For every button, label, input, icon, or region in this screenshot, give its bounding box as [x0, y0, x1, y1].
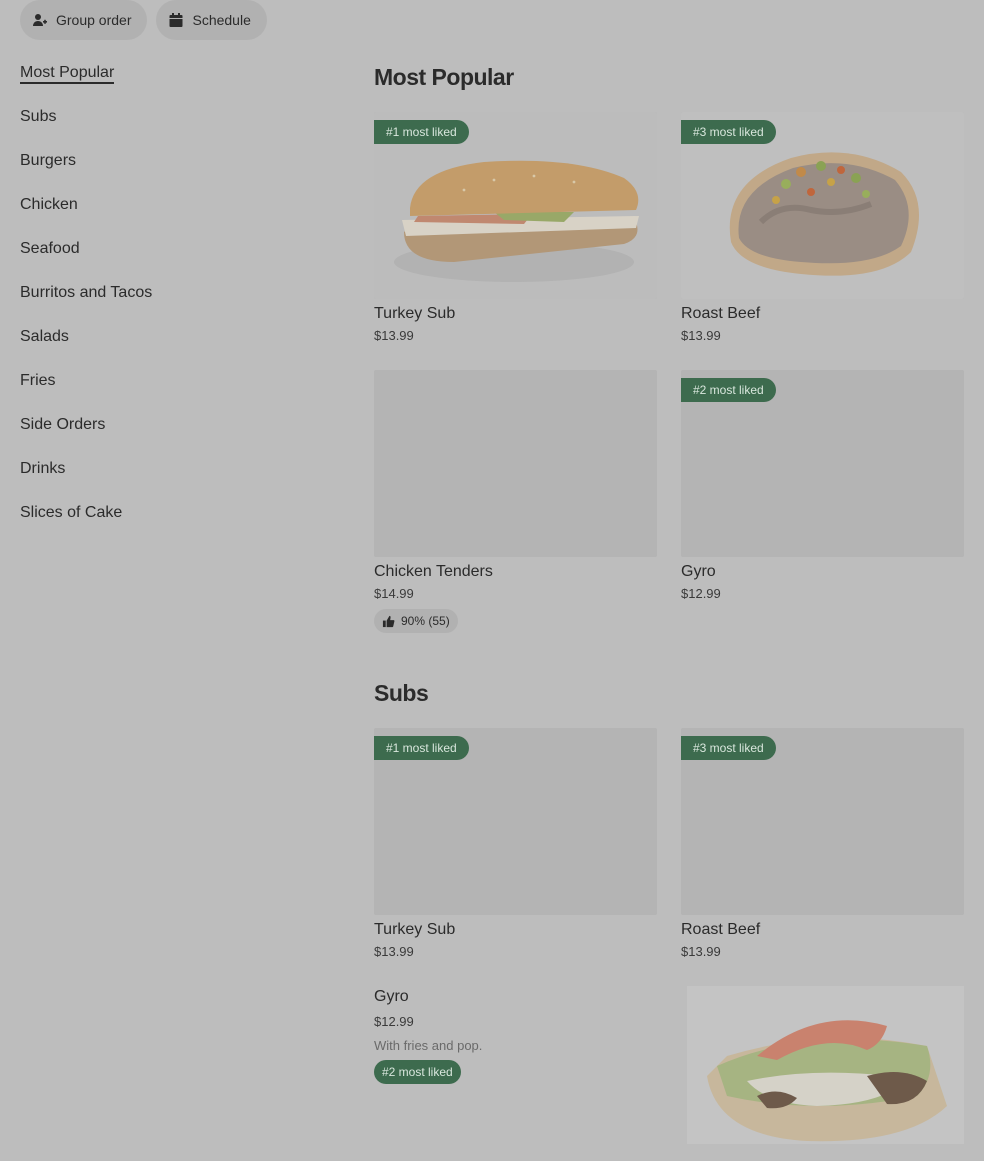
sidebar-item-drinks[interactable]: Drinks — [20, 456, 320, 500]
menu-item-row[interactable]: Gyro $12.99 With fries and pop. #2 most … — [374, 986, 964, 1144]
item-image — [687, 986, 964, 1144]
most-liked-badge: #1 most liked — [374, 736, 469, 760]
item-image-placeholder: #3 most liked — [681, 728, 964, 915]
item-text: Gyro $12.99 With fries and pop. #2 most … — [374, 986, 664, 1084]
sidebar-item-label: Side Orders — [20, 416, 106, 433]
schedule-button[interactable]: Schedule — [156, 0, 267, 40]
item-image-placeholder: #1 most liked — [374, 728, 657, 915]
sidebar-item-label: Burritos and Tacos — [20, 284, 153, 301]
most-liked-badge: #1 most liked — [374, 120, 469, 144]
item-name: Turkey Sub — [374, 921, 456, 938]
item-name: Gyro — [374, 988, 409, 1005]
group-order-button[interactable]: Group order — [20, 0, 148, 40]
sidebar-item-label: Chicken — [20, 196, 78, 213]
item-price: $13.99 — [374, 328, 414, 343]
most-liked-badge: #2 most liked — [681, 378, 776, 402]
item-image: #1 most liked — [374, 112, 657, 299]
item-name: Roast Beef — [681, 305, 761, 322]
section-title-most-popular: Most Popular — [374, 64, 514, 90]
menu-item-card[interactable]: #1 most liked Turkey Sub $13.99 — [374, 728, 657, 963]
item-price: $13.99 — [681, 944, 721, 959]
most-liked-badge: #3 most liked — [681, 120, 776, 144]
sidebar-item-salads[interactable]: Salads — [20, 324, 320, 368]
sidebar-item-seafood[interactable]: Seafood — [20, 236, 320, 280]
item-name: Chicken Tenders — [374, 563, 493, 580]
gyro-image — [687, 986, 964, 1144]
item-name: Turkey Sub — [374, 305, 456, 322]
sidebar-item-label: Most Popular — [20, 64, 115, 84]
sidebar-item-label: Slices of Cake — [20, 504, 123, 521]
item-image-placeholder — [374, 370, 657, 557]
item-price: $13.99 — [374, 944, 414, 959]
sidebar-item-burgers[interactable]: Burgers — [20, 148, 320, 192]
thumbs-up-icon — [382, 615, 395, 627]
sidebar-item-subs[interactable]: Subs — [20, 104, 320, 148]
item-price: $12.99 — [374, 1014, 414, 1029]
sidebar-item-label: Drinks — [20, 460, 66, 477]
item-image: #3 most liked — [681, 112, 964, 299]
sidebar-item-side-orders[interactable]: Side Orders — [20, 412, 320, 456]
sidebar-item-most-popular[interactable]: Most Popular — [20, 60, 320, 104]
menu-item-card[interactable]: #2 most liked Gyro $12.99 — [681, 370, 964, 605]
menu-item-card[interactable]: #3 most liked Roast Beef $13.99 — [681, 112, 964, 347]
sidebar-item-label: Burgers — [20, 152, 77, 169]
sidebar-item-label: Subs — [20, 108, 57, 125]
item-price: $12.99 — [681, 586, 721, 601]
category-sidebar: Most Popular Subs Burgers Chicken Seafoo… — [20, 60, 320, 544]
menu-item-card[interactable]: Chicken Tenders $14.99 90% (55) — [374, 370, 657, 633]
item-name: Roast Beef — [681, 921, 761, 938]
sidebar-item-label: Salads — [20, 328, 69, 345]
menu-item-card[interactable]: #1 most liked Turkey Sub $13.99 — [374, 112, 657, 347]
sidebar-item-chicken[interactable]: Chicken — [20, 192, 320, 236]
item-price: $14.99 — [374, 586, 414, 601]
item-description: With fries and pop. — [374, 1038, 483, 1053]
item-price: $13.99 — [681, 328, 721, 343]
item-name: Gyro — [681, 563, 716, 580]
schedule-label: Schedule — [192, 12, 251, 28]
item-image-placeholder: #2 most liked — [681, 370, 964, 557]
top-toolbar: Group order Schedule — [20, 0, 267, 40]
person-plus-icon — [32, 12, 48, 28]
sidebar-item-label: Seafood — [20, 240, 80, 257]
section-title-subs: Subs — [374, 680, 429, 706]
sidebar-item-burritos-and-tacos[interactable]: Burritos and Tacos — [20, 280, 320, 324]
most-liked-badge: #3 most liked — [681, 736, 776, 760]
rating-badge: 90% (55) — [374, 609, 458, 633]
calendar-icon — [168, 12, 184, 28]
most-liked-badge: #2 most liked — [374, 1060, 461, 1084]
sidebar-item-slices-of-cake[interactable]: Slices of Cake — [20, 500, 320, 544]
sidebar-item-label: Fries — [20, 372, 56, 389]
sidebar-item-fries[interactable]: Fries — [20, 368, 320, 412]
rating-text: 90% (55) — [401, 614, 450, 628]
group-order-label: Group order — [56, 12, 132, 28]
menu-item-card[interactable]: #3 most liked Roast Beef $13.99 — [681, 728, 964, 963]
